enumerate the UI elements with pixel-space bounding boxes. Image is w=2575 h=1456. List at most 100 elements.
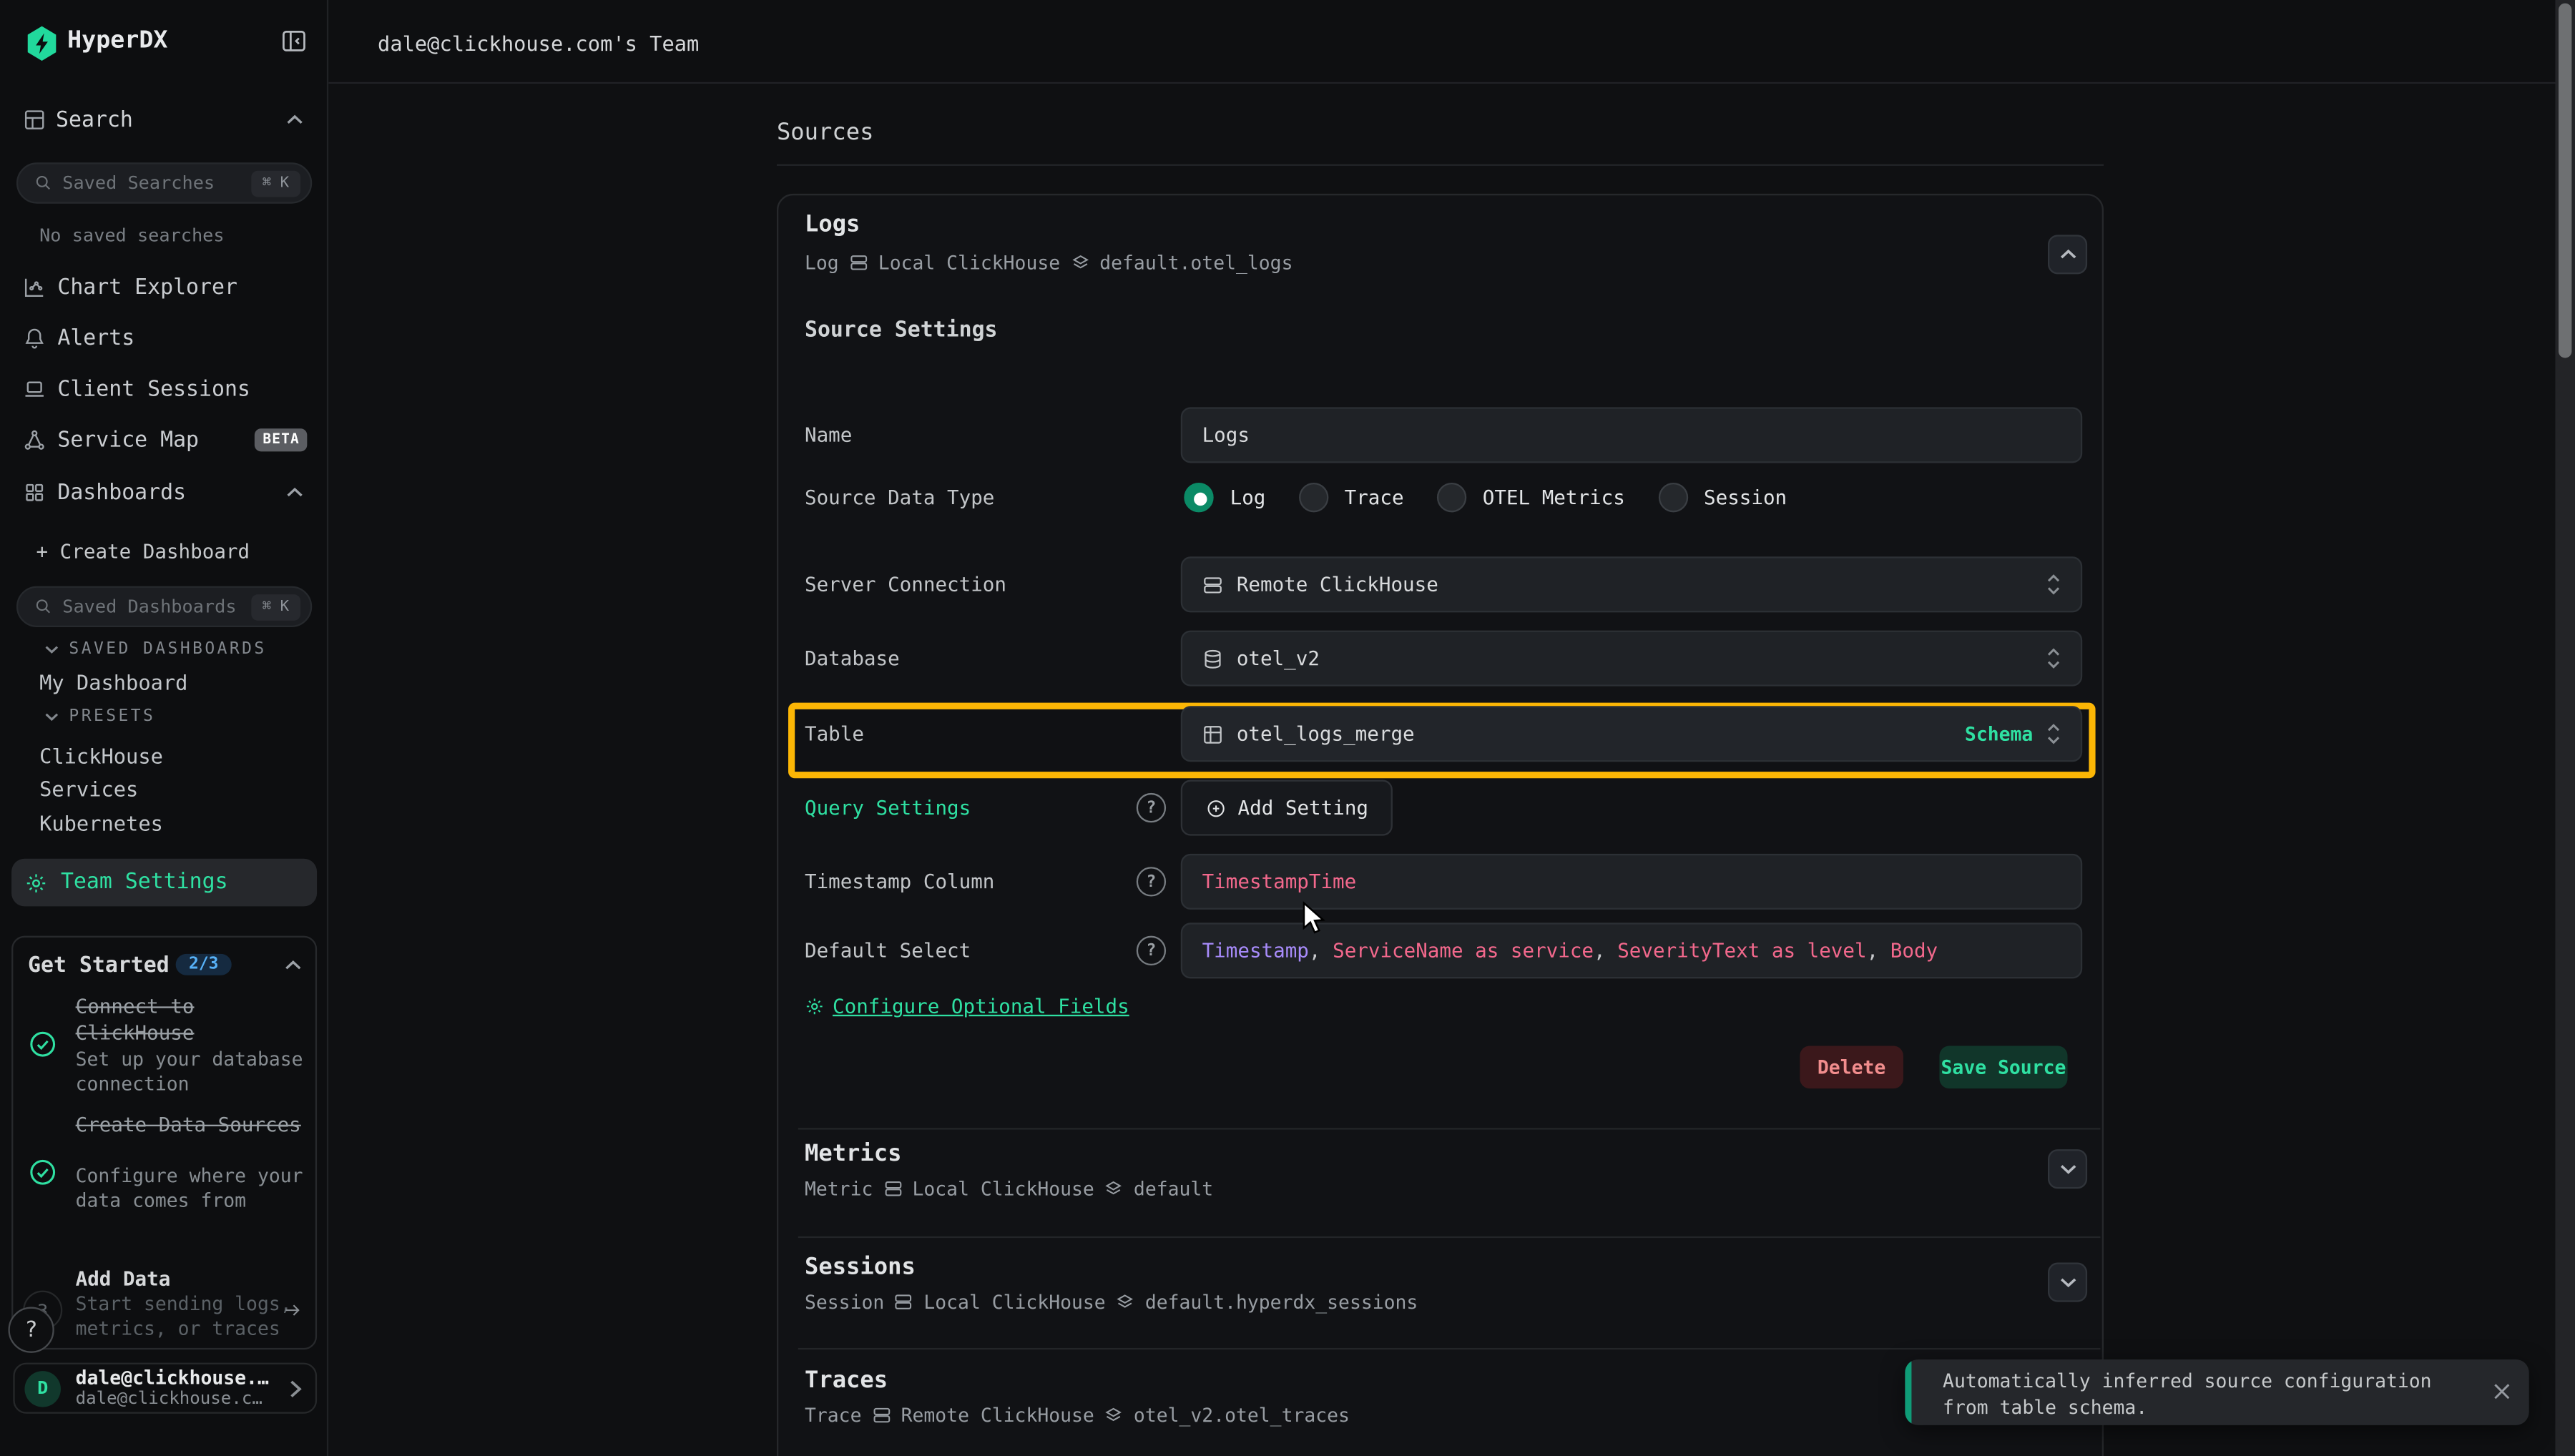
saved-dashboards-field[interactable] [62,596,241,617]
delete-button[interactable]: Delete [1800,1046,1903,1088]
sidebar-item-kubernetes[interactable]: Kubernetes [39,811,163,835]
sidebar-item-my-dashboard[interactable]: My Dashboard [39,670,187,694]
timestamp-column-label: Timestamp Column [805,870,994,893]
sessions-expand-button[interactable] [2048,1263,2087,1302]
step-title-add-data[interactable]: Add Data [76,1266,309,1292]
schema-link[interactable]: Schema [1965,722,2033,745]
stack-icon [1115,1292,1135,1312]
presets-group-label[interactable]: PRESETS [69,708,155,726]
sql-segment: SeverityText as level [1606,939,1867,962]
sidebar-item-alerts[interactable]: Alerts [57,327,134,351]
table-icon [1202,723,1224,744]
sql-segment: , [1867,939,1879,962]
step-check-icon [28,1030,57,1059]
table-select[interactable]: otel_logs_merge Schema [1181,706,2082,762]
dashboards-chevron-up-icon[interactable] [285,486,303,499]
radio-trace-label[interactable]: Trace [1345,486,1404,509]
saved-searches-shortcut: ⌘ K [251,170,300,197]
sidebar-item-dashboards[interactable]: Dashboards [57,481,186,506]
arrow-right-icon[interactable] [281,1300,304,1320]
sidebar-item-chart-explorer[interactable]: Chart Explorer [57,276,237,300]
table-name: default.otel_logs [1099,251,1293,274]
toast-message: Automatically inferred source configurat… [1943,1367,2452,1420]
server-name: Local ClickHouse [923,1291,1105,1314]
sidebar: HyperDX Search ⌘ K No saved searches Cha… [0,0,328,1456]
name-field[interactable] [1202,423,2061,446]
sql-segment: ServiceName as service [1321,939,1594,962]
scrollbar-track[interactable] [2555,0,2575,1456]
select-chevrons-icon [2046,647,2061,670]
alerts-bell-icon [23,327,46,350]
radio-trace[interactable] [1298,483,1328,512]
team-settings-label: Team Settings [61,870,228,895]
collapse-sidebar-icon[interactable] [281,28,308,54]
no-saved-searches-text: No saved searches [39,225,225,247]
sql-segment: Timestamp [1202,939,1309,962]
step-title-create-sources[interactable]: Create Data Sources [76,1111,309,1138]
get-started-chevron-up-icon[interactable] [284,959,302,972]
logs-collapse-button[interactable] [2048,235,2087,274]
traces-section-title: Traces [805,1367,888,1394]
step-title-connect[interactable]: Connect to ClickHouse [76,993,309,1046]
server-connection-select[interactable]: Remote ClickHouse [1181,556,2082,612]
hyperdx-logo-icon [23,24,61,62]
scrollbar-thumb[interactable] [2559,4,2571,358]
help-button[interactable]: ? [8,1307,54,1353]
radio-otel-metrics[interactable] [1436,483,1466,512]
timestamp-column-field[interactable] [1202,870,2061,893]
query-settings-label: Query Settings [805,797,971,820]
search-section-chevron-up-icon[interactable] [285,113,303,126]
source-data-type-label: Source Data Type [805,486,994,509]
add-setting-label: Add Setting [1238,797,1368,820]
name-input[interactable] [1181,407,2082,463]
sidebar-item-services[interactable]: Services [39,777,138,801]
saved-dashboards-input[interactable]: ⌘ K [16,586,312,627]
chevron-up-icon [2059,248,2076,261]
timestamp-help-icon[interactable]: ? [1137,867,1166,896]
stack-icon [1070,253,1090,273]
source-data-type-radio-group: Log Trace OTEL Metrics Session [1184,483,1787,512]
configure-optional-fields-link[interactable]: Configure Optional Fields [833,995,1129,1018]
chevron-down-icon [2059,1276,2076,1289]
sources-card: Logs Log Local ClickHouse default.otel_l… [777,194,2104,1456]
sidebar-item-team-settings[interactable]: Team Settings [11,859,317,907]
page-title: Sources [777,120,873,147]
radio-log[interactable] [1184,483,1213,512]
table-name: default.hyperdx_sessions [1145,1291,1418,1314]
saved-dashboards-group-label[interactable]: SAVED DASHBOARDS [69,640,266,658]
create-dashboard-button[interactable]: + Create Dashboard [36,540,250,563]
chevron-right-icon [289,1378,302,1398]
toast-notification: Automatically inferred source configurat… [1905,1359,2529,1425]
stack-icon [1104,1179,1124,1199]
sidebar-section-search[interactable]: Search [56,109,133,133]
plus-circle-icon [1205,797,1227,819]
radio-session-label[interactable]: Session [1704,486,1787,509]
add-setting-button[interactable]: Add Setting [1181,780,1393,836]
saved-searches-input[interactable]: ⌘ K [16,162,312,203]
source-type: Trace [805,1404,861,1427]
radio-log-label[interactable]: Log [1230,486,1266,509]
mouse-cursor [1303,901,1327,935]
source-type: Log [805,251,839,274]
saved-searches-field[interactable] [62,172,241,194]
server-name: Local ClickHouse [912,1177,1094,1200]
get-started-progress-badge: 2/3 [176,954,232,975]
save-source-button[interactable]: Save Source [1939,1046,2067,1088]
sidebar-item-service-map[interactable]: Service Map [57,428,199,453]
saved-dashboards-group-chevron-icon[interactable] [44,644,59,655]
query-settings-help-icon[interactable]: ? [1137,793,1166,822]
server-icon [848,253,868,273]
app-stage: HyperDX Search ⌘ K No saved searches Cha… [0,0,2575,1456]
main-content: Sources Logs Log Local ClickHouse defaul… [328,84,2575,1456]
default-select-help-icon[interactable]: ? [1137,936,1166,965]
presets-group-chevron-icon[interactable] [44,711,59,722]
database-select[interactable]: otel_v2 [1181,631,2082,687]
radio-otel-metrics-label[interactable]: OTEL Metrics [1483,486,1625,509]
close-icon[interactable] [2493,1382,2511,1400]
metrics-expand-button[interactable] [2048,1149,2087,1189]
sidebar-item-client-sessions[interactable]: Client Sessions [57,378,250,402]
radio-session[interactable] [1658,483,1687,512]
sidebar-item-clickhouse[interactable]: ClickHouse [39,744,163,768]
user-menu[interactable]: D dale@clickhouse.… dale@clickhouse.c… [13,1363,317,1414]
search-section-icon [23,109,46,132]
